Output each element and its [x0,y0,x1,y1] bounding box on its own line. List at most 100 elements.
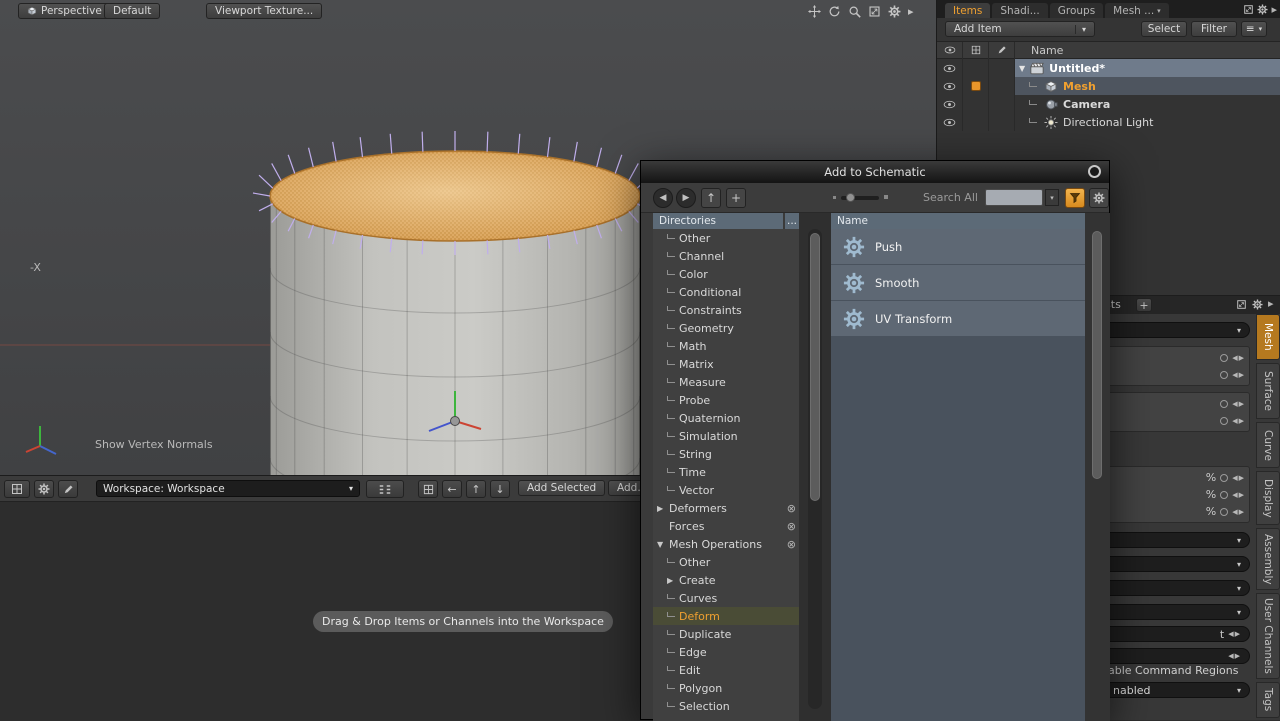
stepper-arrows-icon[interactable]: ◀▶ [1232,491,1245,499]
item-name-cell[interactable]: Directional Light [1015,113,1280,131]
tab-items[interactable]: Items [945,3,990,18]
directory-item-forces[interactable]: Forces⊗ [653,517,799,535]
move-tool-icon[interactable] [808,5,821,18]
vertical-tab-user-channels[interactable]: User Channels [1256,593,1280,679]
stepper-arrows-icon[interactable]: ◀▶ [1232,474,1245,482]
directory-item-mesh-operations[interactable]: ▼Mesh Operations⊗ [653,535,799,553]
directory-item-polygon[interactable]: Polygon [653,679,799,697]
render-toggle-cell[interactable] [963,59,989,77]
add-selected-button[interactable]: Add Selected [518,480,605,496]
add-directory-button[interactable]: + [726,188,746,208]
visibility-eye-icon[interactable] [937,113,963,131]
align-up-button[interactable]: ↑ [466,480,486,498]
vertical-tab-surface[interactable]: Surface [1256,363,1280,419]
vertical-tab-tags[interactable]: Tags [1256,682,1280,718]
render-toggle-cell[interactable] [963,113,989,131]
stepper-arrows-icon[interactable]: ◀▶ [1232,354,1245,362]
stepper-arrows-icon[interactable]: ◀▶ [1228,630,1241,638]
render-toggle-cell[interactable] [963,77,989,95]
directory-item-edit[interactable]: Edit [653,661,799,679]
rotate-tool-icon[interactable] [828,5,841,18]
props-gear-icon[interactable] [1252,299,1263,310]
item-row-mesh[interactable]: Mesh [937,77,1280,95]
search-input[interactable] [985,189,1043,206]
props-arrow-icon[interactable]: ▸ [1268,297,1274,310]
directory-item-duplicate[interactable]: Duplicate [653,625,799,643]
directory-item-deform[interactable]: Deform [653,607,799,625]
scrollbar-thumb[interactable] [1092,231,1102,479]
directory-item-geometry[interactable]: Geometry [653,319,799,337]
filter-funnel-button[interactable] [1065,188,1085,208]
schematic-edit-icon[interactable] [58,480,78,498]
slider-handle[interactable] [846,193,855,202]
panel-arrow-icon[interactable]: ▸ [1271,3,1277,16]
dialog-titlebar[interactable]: Add to Schematic [641,161,1109,183]
directory-item-other[interactable]: Other [653,553,799,571]
workspace-dropdown[interactable]: Workspace: Workspace ▾ [96,480,360,497]
panel-maximize-icon[interactable] [1243,4,1254,15]
add-to-schematic-dialog[interactable]: Add to Schematic ◀ ▶ ↑ + Search All ▾ Di… [640,160,1110,720]
maximize-viewport-icon[interactable] [868,5,881,18]
item-name-cell[interactable]: Mesh [1015,77,1280,95]
dialog-settings-gear-button[interactable] [1089,188,1109,208]
mini-dial-icon[interactable] [1220,417,1228,425]
directory-item-math[interactable]: Math [653,337,799,355]
viewport-settings-gear-icon[interactable] [888,5,901,18]
search-all-label[interactable]: Search All [923,191,978,204]
visibility-eye-icon[interactable] [937,95,963,113]
zoom-tool-icon[interactable] [848,5,861,18]
stepper-arrows-icon[interactable]: ◀▶ [1232,508,1245,516]
directory-item-matrix[interactable]: Matrix [653,355,799,373]
result-item-smooth[interactable]: Smooth [831,265,1085,300]
directory-item-constraints[interactable]: Constraints [653,301,799,319]
vertical-tab-assembly[interactable]: Assembly [1256,528,1280,590]
forward-button[interactable]: ▶ [676,188,696,208]
schematic-layout-icon[interactable] [4,480,30,498]
add-tab-button[interactable]: + [1136,298,1152,312]
tab-shadi[interactable]: Shadi... [992,3,1047,18]
directory-item-simulation[interactable]: Simulation [653,427,799,445]
tab-mesh[interactable]: Mesh ...▾ [1105,3,1169,18]
render-item-icon[interactable] [971,81,981,91]
directory-item-string[interactable]: String [653,445,799,463]
directory-item-other[interactable]: Other [653,229,799,247]
directory-item-color[interactable]: Color [653,265,799,283]
up-directory-button[interactable]: ↑ [701,188,721,208]
edit-cell[interactable] [989,95,1015,113]
filter-button[interactable]: Filter [1191,21,1237,37]
mini-dial-icon[interactable] [1220,371,1228,379]
stepper-arrows-icon[interactable]: ◀▶ [1232,371,1245,379]
grid-arrange-button[interactable] [366,480,404,498]
item-name-cell[interactable]: Camera [1015,95,1280,113]
expanded-arrow-icon[interactable]: ▼ [657,540,669,549]
dialog-close-button[interactable] [1088,165,1101,178]
directory-item-vector[interactable]: Vector [653,481,799,499]
panel-gear-icon[interactable] [1257,4,1268,15]
collapsed-arrow-icon[interactable]: ▶ [667,576,679,585]
remove-directory-icon[interactable]: ⊗ [787,538,799,551]
select-button[interactable]: Select [1141,21,1187,37]
visibility-eye-icon[interactable] [937,59,963,77]
edit-cell[interactable] [989,77,1015,95]
directories-header-more[interactable]: ... [785,213,799,229]
tab-groups[interactable]: Groups [1050,3,1103,18]
edit-cell[interactable] [989,59,1015,77]
mini-dial-icon[interactable] [1220,354,1228,362]
item-row-camera[interactable]: Camera [937,95,1280,113]
directory-item-channel[interactable]: Channel [653,247,799,265]
remove-directory-icon[interactable]: ⊗ [787,502,799,515]
mini-dial-icon[interactable] [1220,400,1228,408]
viewport-texture-button[interactable]: Viewport Texture... [206,3,322,19]
props-maximize-icon[interactable] [1236,299,1247,310]
stepper-arrows-icon[interactable]: ◀▶ [1232,417,1245,425]
directory-item-conditional[interactable]: Conditional [653,283,799,301]
add-item-dropdown[interactable]: Add Item ▾ [945,21,1095,37]
schematic-settings-gear-icon[interactable] [34,480,54,498]
vertical-tab-curve[interactable]: Curve [1256,422,1280,468]
results-scrollbar[interactable] [1085,213,1110,721]
mini-dial-icon[interactable] [1220,508,1228,516]
item-row-directional-light[interactable]: Directional Light [937,113,1280,131]
directory-item-deformers[interactable]: ▶Deformers⊗ [653,499,799,517]
remove-directory-icon[interactable]: ⊗ [787,520,799,533]
vertical-tab-mesh[interactable]: Mesh [1256,314,1280,360]
